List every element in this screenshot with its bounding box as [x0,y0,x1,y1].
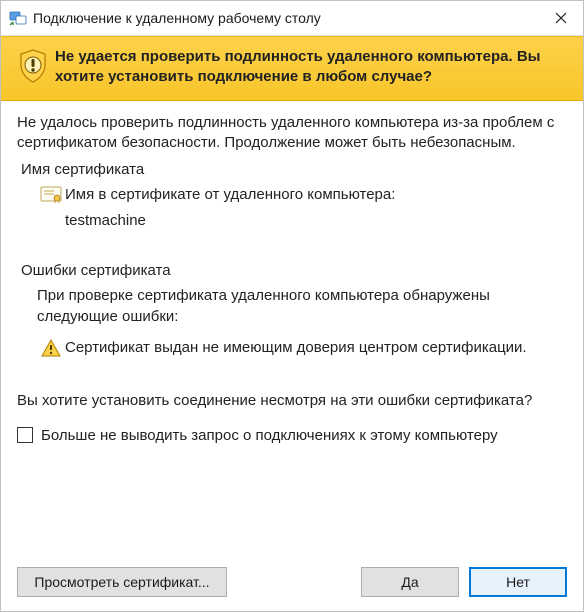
close-button[interactable] [539,1,583,35]
cert-error-item: Сертификат выдан не имеющим доверия цент… [17,337,567,358]
close-icon [555,12,567,24]
warning-triangle-icon [37,337,65,357]
cert-name-caption: Имя в сертификате от удаленного компьюте… [65,184,395,206]
shield-warning-icon [15,47,51,83]
warning-banner: Не удается проверить подлинность удаленн… [1,36,583,101]
cert-error-text: Сертификат выдан не имеющим доверия цент… [65,337,527,358]
dialog-body: Не удалось проверить подлинность удаленн… [1,101,583,568]
cert-name-group-label: Имя сертификата [17,161,567,178]
no-button[interactable]: Нет [469,567,567,597]
dialog-footer: Просмотреть сертификат... Да Нет [1,567,583,611]
proceed-question: Вы хотите установить соединение несмотря… [17,390,567,411]
yes-button[interactable]: Да [361,567,459,597]
window-title: Подключение к удаленному рабочему столу [33,10,539,26]
dont-ask-checkbox[interactable]: Больше не выводить запрос о подключениях… [17,427,567,444]
cert-name-row: Имя в сертификате от удаленного компьюте… [17,184,567,232]
warning-banner-text: Не удается проверить подлинность удаленн… [51,47,567,88]
explanation-text: Не удалось проверить подлинность удаленн… [17,113,567,154]
cert-name-value: testmachine [65,210,395,232]
dont-ask-label: Больше не выводить запрос о подключениях… [41,427,498,444]
dialog-window: Подключение к удаленному рабочему столу … [0,0,584,612]
cert-errors-group-label: Ошибки сертификата [17,262,567,279]
app-icon [9,9,27,27]
cert-errors-intro: При проверке сертификата удаленного комп… [17,285,567,327]
view-certificate-button[interactable]: Просмотреть сертификат... [17,567,227,597]
title-bar: Подключение к удаленному рабочему столу [1,1,583,36]
certificate-icon [37,184,65,204]
checkbox-box-icon [17,427,33,443]
